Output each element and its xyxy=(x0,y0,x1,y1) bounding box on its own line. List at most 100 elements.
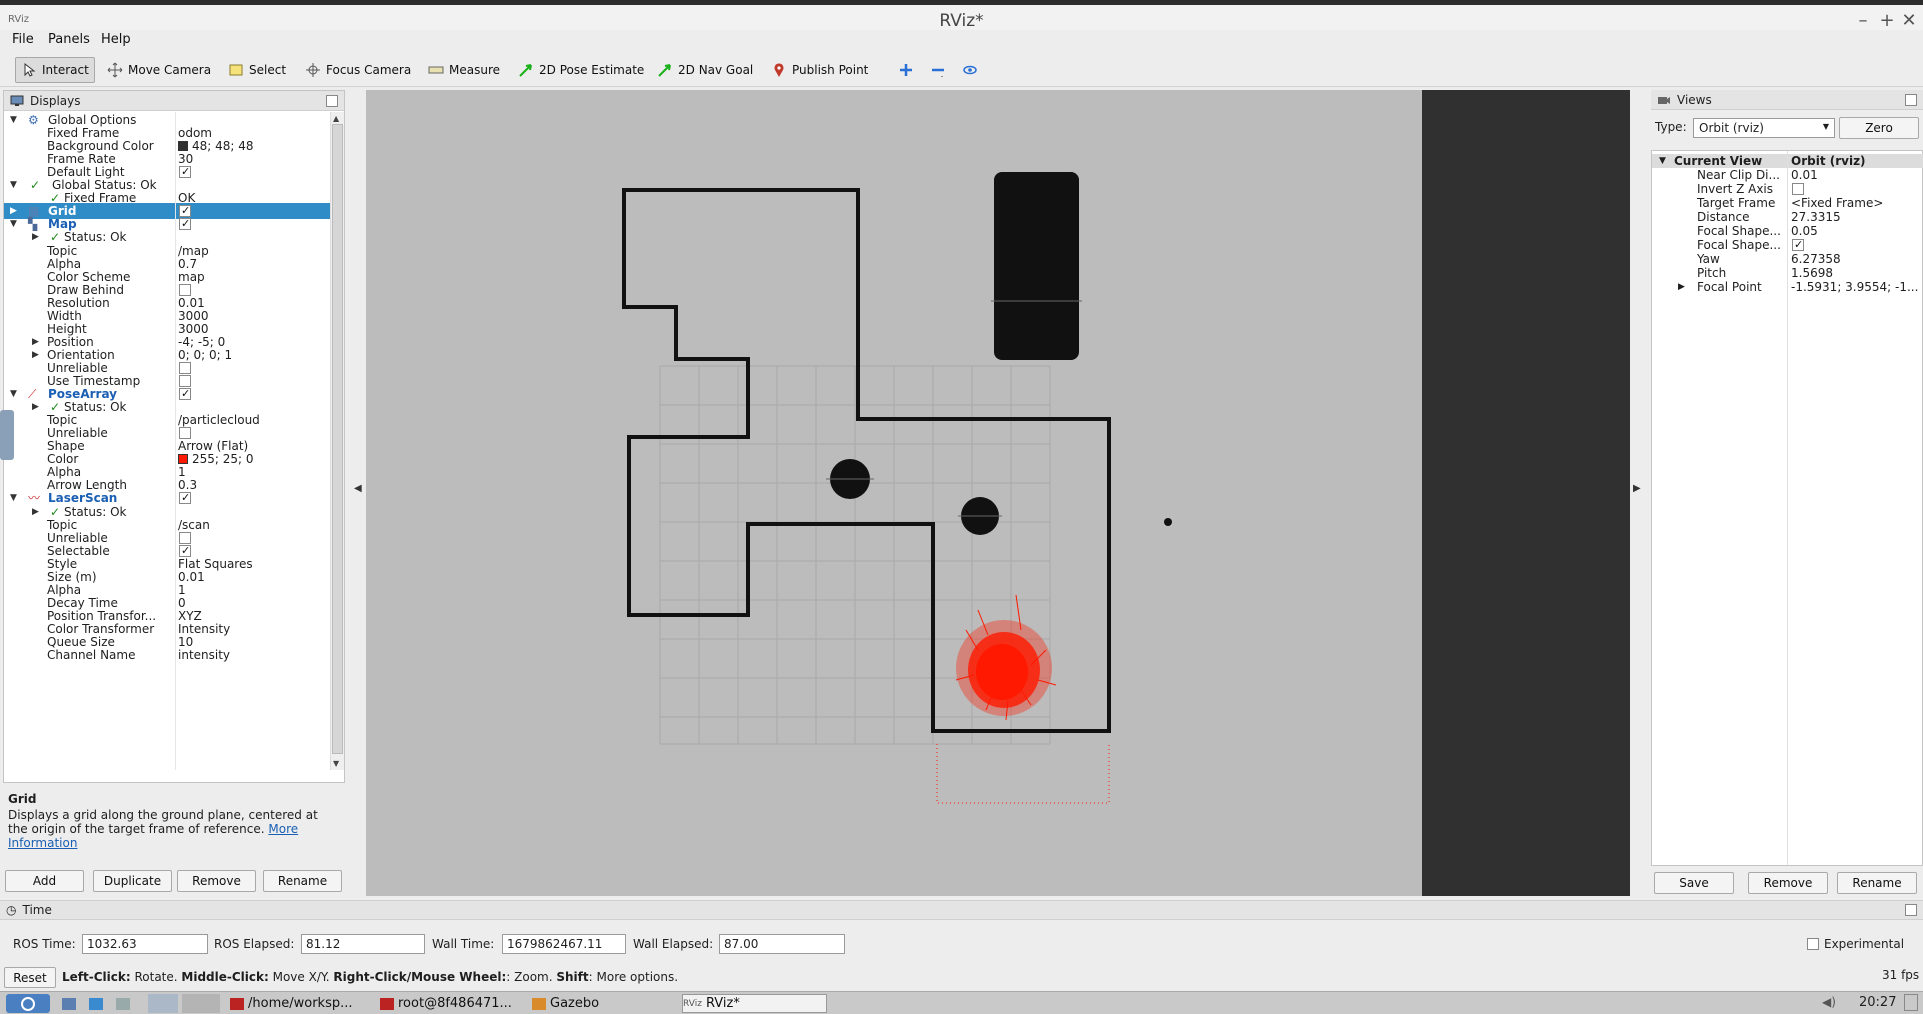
remove-view-button[interactable]: Remove xyxy=(1748,872,1828,894)
view-property-value[interactable]: Orbit (rviz) xyxy=(1791,154,1866,168)
scroll-thumb[interactable] xyxy=(332,124,343,754)
display-row-value[interactable]: intensity xyxy=(178,647,230,663)
column-divider xyxy=(175,112,176,770)
time-panel: ◷ Time ROS Time: 1032.63 ROS Elapsed: 81… xyxy=(0,900,1923,972)
add-display-button[interactable]: Add xyxy=(5,870,84,892)
hint-middle-click-text: Move X/Y. xyxy=(268,970,334,984)
task-gazebo[interactable]: Gazebo xyxy=(532,994,672,1013)
workspace-1[interactable] xyxy=(148,994,178,1013)
displays-scrollbar[interactable]: ▲ ▼ xyxy=(330,112,344,770)
tool-publish-point[interactable]: Publish Point xyxy=(766,57,873,83)
file-manager-launcher[interactable] xyxy=(62,994,76,1013)
view-property-value[interactable]: -1.5931; 3.9554; -1... xyxy=(1791,280,1918,294)
view-property-checkbox[interactable] xyxy=(1792,239,1804,251)
display-row[interactable]: Channel Name intensity xyxy=(4,647,330,663)
view-property-value[interactable]: 0.01 xyxy=(1791,168,1818,182)
views-float-checkbox[interactable] xyxy=(1905,93,1917,106)
collapse-right-icon[interactable]: ▶ xyxy=(1633,483,1641,494)
maximize-icon[interactable]: + xyxy=(1876,10,1898,31)
rename-view-button[interactable]: Rename xyxy=(1837,872,1917,894)
remove-display-button[interactable]: Remove xyxy=(177,870,256,892)
volume-icon[interactable]: ◀) xyxy=(1822,995,1836,1009)
tool-move-camera-label: Move Camera xyxy=(128,63,212,77)
expand-down-icon[interactable]: ▼ xyxy=(1659,154,1666,168)
duplicate-display-button[interactable]: Duplicate xyxy=(93,870,172,892)
tool-interact-label: Interact xyxy=(42,63,89,77)
description-text: Displays a grid along the ground plane, … xyxy=(8,808,339,850)
menu-bar: File Panels Help xyxy=(0,30,1923,51)
view-type-select[interactable]: Orbit (rviz) ▼ xyxy=(1693,118,1835,138)
ros-elapsed-field[interactable]: 81.12 xyxy=(301,934,425,954)
green-arrow-icon xyxy=(658,64,671,77)
view-property-value[interactable]: 6.27358 xyxy=(1791,252,1841,266)
scroll-up-icon[interactable]: ▲ xyxy=(333,114,339,123)
desktop-launcher[interactable] xyxy=(116,994,130,1013)
view-property-name: Target Frame xyxy=(1697,196,1776,210)
tool-move-camera[interactable]: Move Camera xyxy=(102,57,216,83)
time-float-checkbox[interactable] xyxy=(1905,904,1917,916)
view-property-value[interactable]: 27.3315 xyxy=(1791,210,1841,224)
minimize-icon[interactable]: – xyxy=(1852,10,1874,31)
displays-float-checkbox[interactable] xyxy=(326,94,338,107)
tool-2d-pose-estimate[interactable]: 2D Pose Estimate xyxy=(513,57,649,83)
expand-right-icon[interactable]: ▶ xyxy=(1678,280,1685,294)
time-title: Time xyxy=(22,903,52,917)
wall-elapsed-field[interactable]: 87.00 xyxy=(719,934,845,954)
menu-help[interactable]: Help xyxy=(101,32,131,47)
view-property-value[interactable]: 0.05 xyxy=(1791,224,1818,238)
description-title: Grid xyxy=(8,792,37,806)
map-pin-icon xyxy=(774,63,784,77)
collapse-left-icon[interactable]: ◀ xyxy=(354,483,362,494)
displays-panel: Displays ▼ ⚙ Global Options Fixed Frame odom… xyxy=(3,90,345,783)
menu-panels[interactable]: Panels xyxy=(48,32,90,47)
scroll-down-icon[interactable]: ▼ xyxy=(333,759,339,768)
fps-counter: 31 fps xyxy=(1882,968,1920,982)
color-swatch xyxy=(178,141,188,152)
views-title: Views xyxy=(1677,92,1712,107)
tool-focus-camera-label: Focus Camera xyxy=(326,63,412,77)
hint-right-click-text: : Zoom. xyxy=(506,970,557,984)
tool-properties-button[interactable] xyxy=(957,57,983,83)
view-property-name: Pitch xyxy=(1697,266,1727,280)
eye-icon xyxy=(963,65,977,75)
remove-tool-button[interactable] xyxy=(925,57,951,83)
mouse-hint: Left-Click: Rotate. Middle-Click: Move X… xyxy=(62,970,678,984)
rename-display-button[interactable]: Rename xyxy=(263,870,342,892)
task-terminal-2[interactable]: root@8f486471... xyxy=(380,994,525,1013)
tool-measure[interactable]: Measure xyxy=(423,57,505,83)
hint-middle-click: Middle-Click: xyxy=(181,970,269,984)
show-desktop-button[interactable] xyxy=(1904,994,1918,1011)
view-property-name: Focal Shape... xyxy=(1697,238,1781,252)
browser-icon xyxy=(89,997,103,1010)
add-tool-button[interactable] xyxy=(893,57,919,83)
reset-button[interactable]: Reset xyxy=(4,967,56,988)
save-view-button[interactable]: Save xyxy=(1654,872,1734,894)
start-menu-button[interactable] xyxy=(6,994,50,1013)
menu-file[interactable]: File xyxy=(12,32,34,47)
task-terminal-1[interactable]: /home/worksp... xyxy=(230,994,375,1013)
view-property-name: Near Clip Di... xyxy=(1697,168,1780,182)
workspace-2[interactable] xyxy=(182,994,220,1013)
view-property-value[interactable]: <Fixed Frame> xyxy=(1791,196,1883,210)
ros-time-label: ROS Time: xyxy=(13,937,76,951)
browser-launcher[interactable] xyxy=(89,994,103,1013)
view-property-name: Current View xyxy=(1674,154,1763,168)
wall-time-field[interactable]: 1679862467.11 xyxy=(502,934,626,954)
zero-view-button[interactable]: Zero xyxy=(1839,117,1919,139)
tool-select[interactable]: Select xyxy=(223,57,291,83)
view-property-value[interactable]: 1.5698 xyxy=(1791,266,1833,280)
tool-focus-camera[interactable]: Focus Camera xyxy=(300,57,416,83)
ruler-icon xyxy=(428,66,444,74)
tool-2d-nav-goal[interactable]: 2D Nav Goal xyxy=(652,57,758,83)
task-rviz[interactable]: RViz RViz* xyxy=(682,994,827,1013)
experimental-checkbox[interactable] xyxy=(1807,938,1819,950)
terminal-icon xyxy=(230,997,244,1010)
time-header: ◷ Time xyxy=(0,900,1923,920)
side-dock-tab[interactable] xyxy=(0,410,14,460)
close-icon[interactable]: ✕ xyxy=(1898,10,1920,31)
ros-time-field[interactable]: 1032.63 xyxy=(82,934,208,954)
tool-interact[interactable]: Interact xyxy=(15,57,95,83)
view-property-checkbox[interactable] xyxy=(1792,183,1804,195)
tool-select-label: Select xyxy=(249,63,287,77)
views-header: Views xyxy=(1651,90,1923,110)
